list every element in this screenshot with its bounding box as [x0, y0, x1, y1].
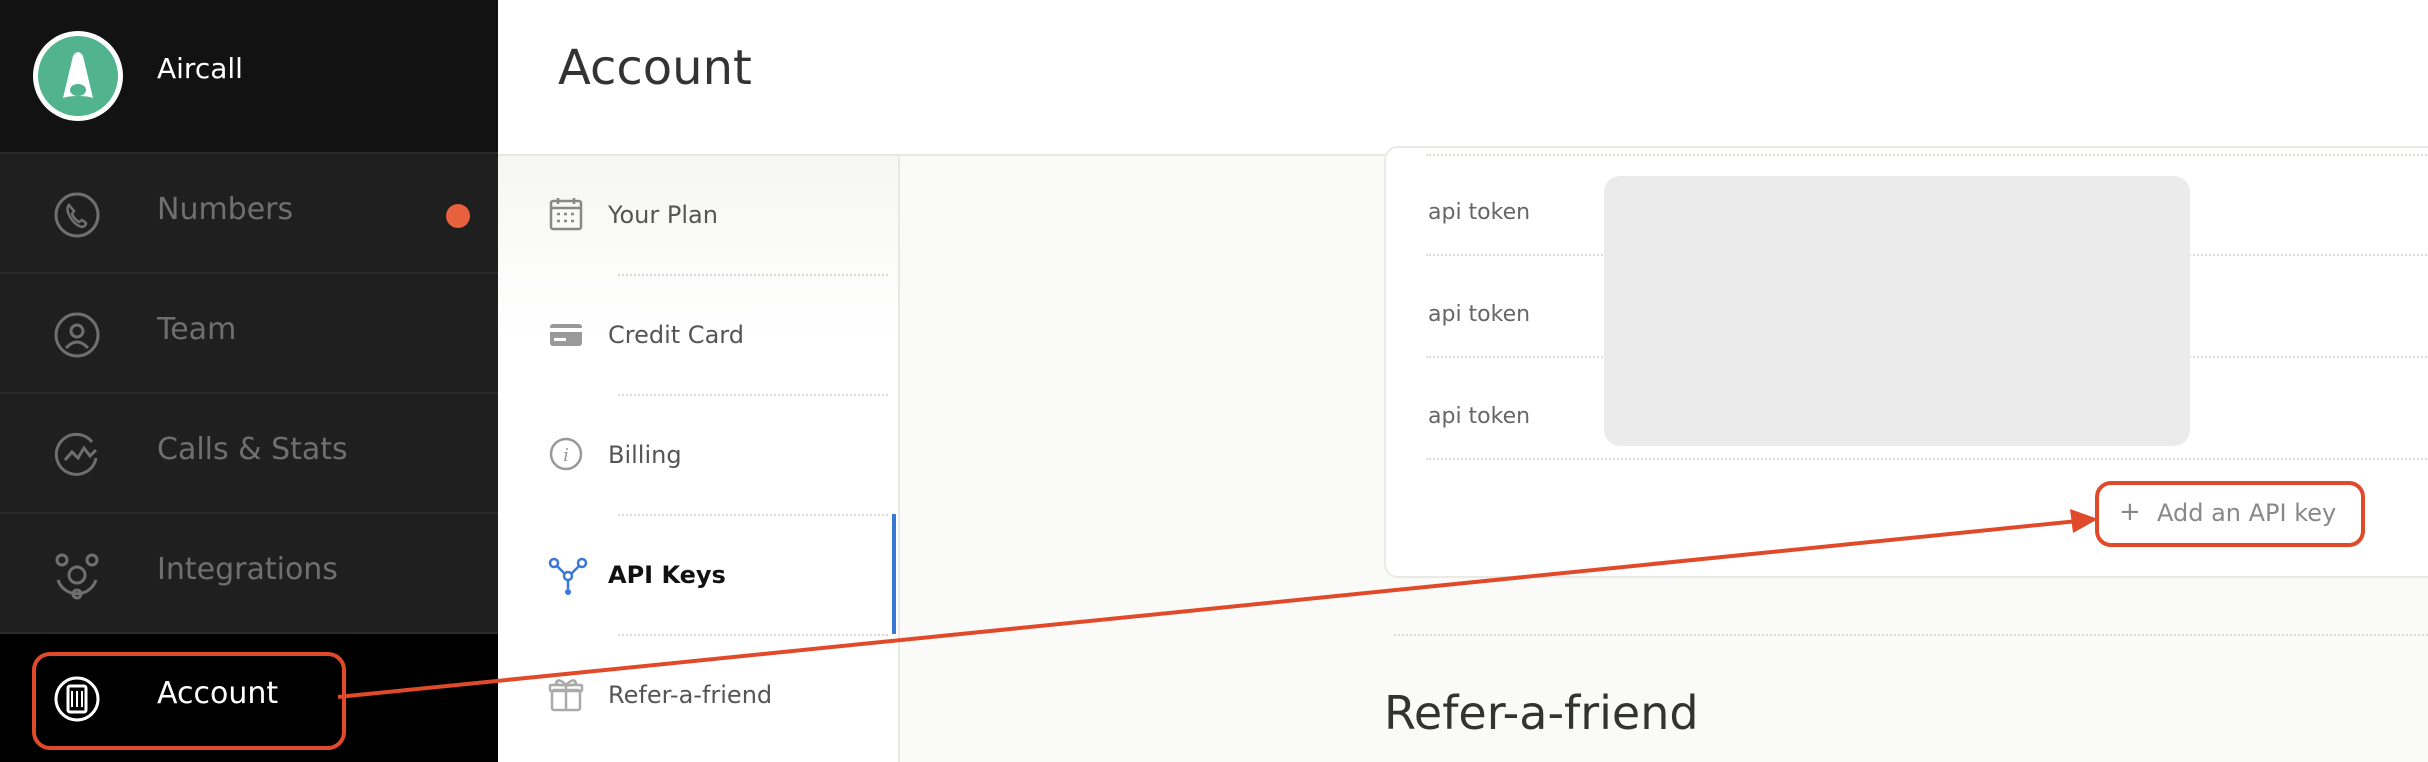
annotation-arrow: [337, 509, 2098, 699]
